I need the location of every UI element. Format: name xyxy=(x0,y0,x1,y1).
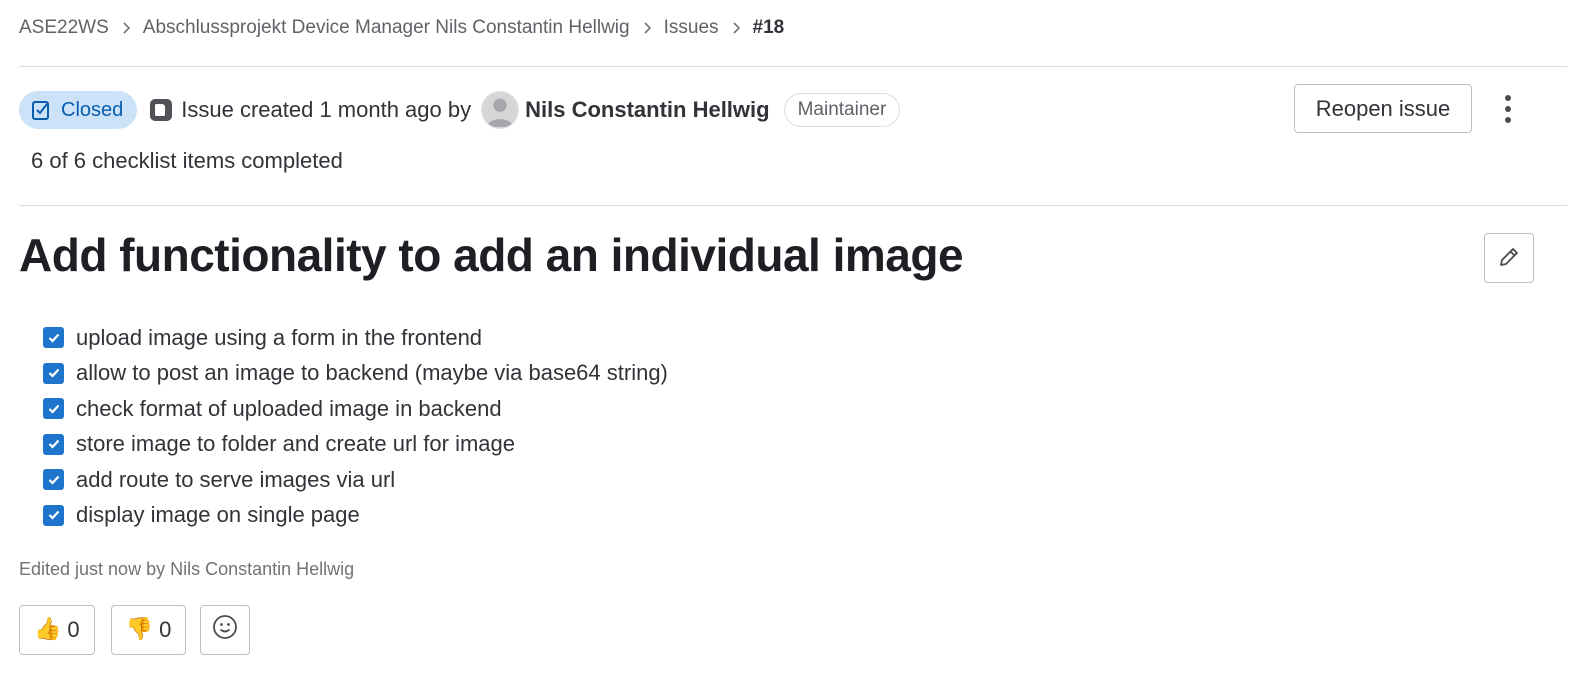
add-reaction-button[interactable] xyxy=(200,605,251,655)
check-icon xyxy=(48,511,59,520)
chevron-right-icon xyxy=(731,21,741,35)
title-divider xyxy=(19,205,1567,206)
edit-button[interactable] xyxy=(1484,233,1534,283)
edited-note: Edited just now by Nils Constantin Hellw… xyxy=(19,559,355,579)
task-label: check format of uploaded image in backen… xyxy=(76,395,502,421)
pencil-icon xyxy=(1497,245,1521,272)
task-checkbox[interactable] xyxy=(43,433,64,455)
author-link[interactable]: Nils Constantin Hellwig xyxy=(525,97,769,123)
kebab-vertical-icon[interactable] xyxy=(1494,90,1522,128)
check-icon xyxy=(48,333,59,343)
issue-title: Add functionality to add an individual i… xyxy=(19,229,964,281)
check-icon xyxy=(48,475,59,485)
chevron-right-icon xyxy=(121,21,131,35)
status-badge: Closed xyxy=(19,91,138,129)
task-checkbox[interactable] xyxy=(43,362,64,384)
task-item: allow to post an image to backend (maybe… xyxy=(43,356,668,392)
chevron-right-icon xyxy=(642,21,652,35)
check-icon xyxy=(48,369,59,378)
issue-header: Closed Issue created 1 month ago by Nils… xyxy=(19,88,901,132)
avatar[interactable] xyxy=(481,91,520,129)
breadcrumb: ASE22WS Abschlussprojekt Device Manager … xyxy=(19,14,784,42)
smiley-icon xyxy=(212,614,238,646)
issue-closed-icon xyxy=(31,99,53,121)
task-item: display image on single page xyxy=(43,498,668,534)
task-label: add route to serve images via url xyxy=(76,466,396,492)
breadcrumb-group[interactable]: ASE22WS xyxy=(19,17,109,39)
breadcrumb-project[interactable]: Abschlussprojekt Device Manager Nils Con… xyxy=(143,17,630,39)
breadcrumb-issues[interactable]: Issues xyxy=(664,17,719,39)
reopen-issue-button[interactable]: Reopen issue xyxy=(1294,84,1472,133)
task-checkbox[interactable] xyxy=(43,469,64,491)
task-checkbox[interactable] xyxy=(43,398,64,420)
task-label: display image on single page xyxy=(76,502,360,528)
task-label: store image to folder and create url for… xyxy=(76,431,516,457)
issue-type-icon xyxy=(149,98,173,122)
checklist-summary: 6 of 6 checklist items completed xyxy=(31,148,343,173)
check-icon xyxy=(48,440,59,449)
task-list: upload image using a form in the fronten… xyxy=(43,320,668,533)
thumbs-up-count: 0 xyxy=(67,617,80,642)
check-icon xyxy=(48,404,59,414)
issue-page: ASE22WS Abschlussprojekt Device Manager … xyxy=(0,0,1586,678)
task-label: allow to post an image to backend (maybe… xyxy=(76,360,668,386)
reactions-bar: 👍 0 👎 0 xyxy=(19,605,251,655)
task-item: store image to folder and create url for… xyxy=(43,427,668,463)
thumbs-down-button[interactable]: 👎 0 xyxy=(110,605,187,655)
status-label: Closed xyxy=(61,98,124,121)
task-item: upload image using a form in the fronten… xyxy=(43,320,668,356)
breadcrumb-current-issue[interactable]: #18 xyxy=(753,17,785,39)
role-badge: Maintainer xyxy=(783,93,901,127)
task-checkbox[interactable] xyxy=(43,504,64,526)
thumbs-down-icon: 👎 xyxy=(125,617,154,642)
task-item: check format of uploaded image in backen… xyxy=(43,391,668,427)
thumbs-up-icon: 👍 xyxy=(34,617,62,642)
thumbs-down-count: 0 xyxy=(159,617,172,642)
task-label: upload image using a form in the fronten… xyxy=(76,324,483,350)
created-text: Issue created 1 month ago by xyxy=(181,97,472,122)
task-checkbox[interactable] xyxy=(43,327,64,349)
header-divider xyxy=(19,66,1567,67)
thumbs-up-button[interactable]: 👍 0 xyxy=(19,605,95,655)
task-item: add route to serve images via url xyxy=(43,462,668,498)
